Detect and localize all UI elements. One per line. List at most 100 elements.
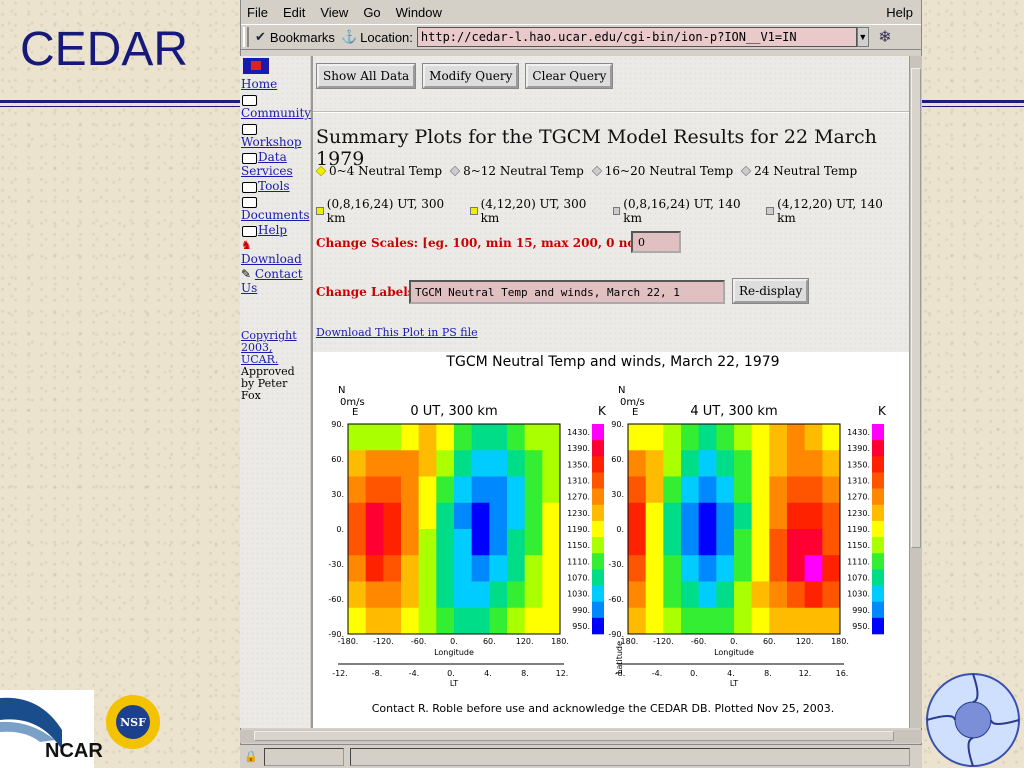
redisplay-button[interactable]: Re-display [733,279,809,303]
checkbox-300km-0816[interactable] [316,207,324,215]
heatmap-cell [542,450,561,477]
heatmap-cell [698,502,717,530]
colorbar-swatch [592,585,604,602]
menu-edit[interactable]: Edit [283,5,305,20]
menu-view[interactable]: View [320,5,348,20]
home-icon[interactable] [243,58,269,74]
colorbar-swatch [872,553,884,570]
nav-workshop[interactable]: Workshop [241,135,310,149]
horizontal-scroll-thumb[interactable] [254,731,894,741]
heatmap-cell [348,450,367,477]
colorbar-swatch [592,617,604,635]
checkbox-300km-41220[interactable] [469,207,478,215]
heatmap-cell [365,581,384,609]
heatmap-cell [787,502,806,530]
heatmap-cell [804,450,823,477]
horizontal-scrollbar[interactable] [240,730,922,743]
folder-icon [242,182,257,193]
heatmap-cell [804,476,823,504]
heatmap-cell [436,607,455,635]
heatmap-cell [524,529,543,556]
checkbox-140km-41220[interactable] [766,207,775,215]
lt-tick-label: 12. [556,669,569,678]
url-dropdown-icon[interactable]: ▼ [856,27,869,47]
heatmap-cell [769,502,788,530]
menu-help[interactable]: Help [886,5,913,20]
nav-help[interactable]: Help [258,223,287,237]
lt-tick-label: 12. [799,669,812,678]
netscape-throbber-icon[interactable]: ❄ [875,27,895,47]
folder-icon [242,226,257,237]
heatmap-cell [524,502,543,530]
copyright-link[interactable]: Copyright 2003, UCAR. [241,330,310,366]
y-tick-label: 60. [611,455,624,464]
colorbar-label: 1110. [847,557,870,566]
heatmap-cell [365,607,384,635]
heatmap-cell [734,555,753,582]
toolbar-grip[interactable] [243,27,249,47]
nav-home[interactable]: Home [241,77,310,91]
approved-by: Approved by Peter Fox [241,365,295,402]
colorbar-swatch [872,537,884,554]
heatmap-cell [804,502,823,530]
modify-query-button[interactable]: Modify Query [423,64,519,88]
heatmap-cell [698,424,717,451]
menu-file[interactable]: File [247,5,268,20]
x-tick-label: -60. [691,637,707,646]
colorbar-swatch [872,601,884,619]
heatmap-cell [628,529,647,556]
heatmap-cell [401,424,420,451]
nav-tools[interactable]: Tools [258,179,290,193]
bookmarks-button[interactable]: Bookmarks [270,30,335,45]
status-bar: 🔒 [240,744,922,768]
heatmap-cell [681,502,700,530]
heatmap-cell [383,529,402,556]
heatmap-cell [436,529,455,556]
scales-input[interactable]: 0 [631,231,681,253]
heatmap-cell [769,529,788,556]
nav-community[interactable]: Community [241,106,311,120]
lt-tick-label: 8. [764,669,772,678]
checkbox-140km-0816[interactable] [612,207,621,215]
radio-label: 24 Neutral Temp [754,164,858,178]
colorbar-swatch [592,601,604,619]
radio-16-20[interactable] [591,165,603,177]
heatmap-cell [471,502,490,530]
vertical-scrollbar[interactable] [909,56,922,728]
nav-documents[interactable]: Documents [241,208,310,222]
title-rule-thin [0,106,240,107]
radio-24[interactable] [740,165,752,177]
labels-input[interactable]: TGCM Neutral Temp and winds, March 22, 1 [409,280,725,304]
heatmap-cell [524,450,543,477]
menu-window[interactable]: Window [396,5,442,20]
lt-tick-label: 8. [521,669,529,678]
url-input[interactable]: http://cedar-l.hao.ucar.edu/cgi-bin/ion-… [416,27,857,47]
radio-0-4[interactable] [315,165,327,177]
heatmap-cell [787,450,806,477]
vertical-scroll-thumb[interactable] [911,68,921,548]
menu-go[interactable]: Go [363,5,380,20]
heatmap-cell [769,450,788,477]
security-lock-icon[interactable]: 🔒 [244,750,258,763]
colorbar-swatch [872,456,884,473]
nav-contact-us[interactable]: Contact Us [241,267,303,295]
x-tick-label: 180. [551,637,569,646]
heatmap-cell [401,529,420,556]
clear-query-button[interactable]: Clear Query [526,64,613,88]
heatmap-cell [769,424,788,451]
heatmap-cell [628,555,647,582]
y-tick-label: -60. [608,595,624,604]
heatmap-cell [401,476,420,504]
nav-download[interactable]: Download [241,252,310,266]
download-ps-link[interactable]: Download This Plot in PS file [316,326,478,339]
radio-8-12[interactable] [449,165,461,177]
lt-tick-label: -4. [652,669,663,678]
heatmap-cell [383,476,402,504]
show-all-data-button[interactable]: Show All Data [317,64,416,88]
heatmap-cell [348,424,367,451]
heatmap-cell [681,476,700,504]
heatmap-cell [383,607,402,635]
heatmap-cell [454,581,473,609]
heatmap-cell [645,502,664,530]
bookmarks-icon[interactable]: ✔ [255,29,266,45]
